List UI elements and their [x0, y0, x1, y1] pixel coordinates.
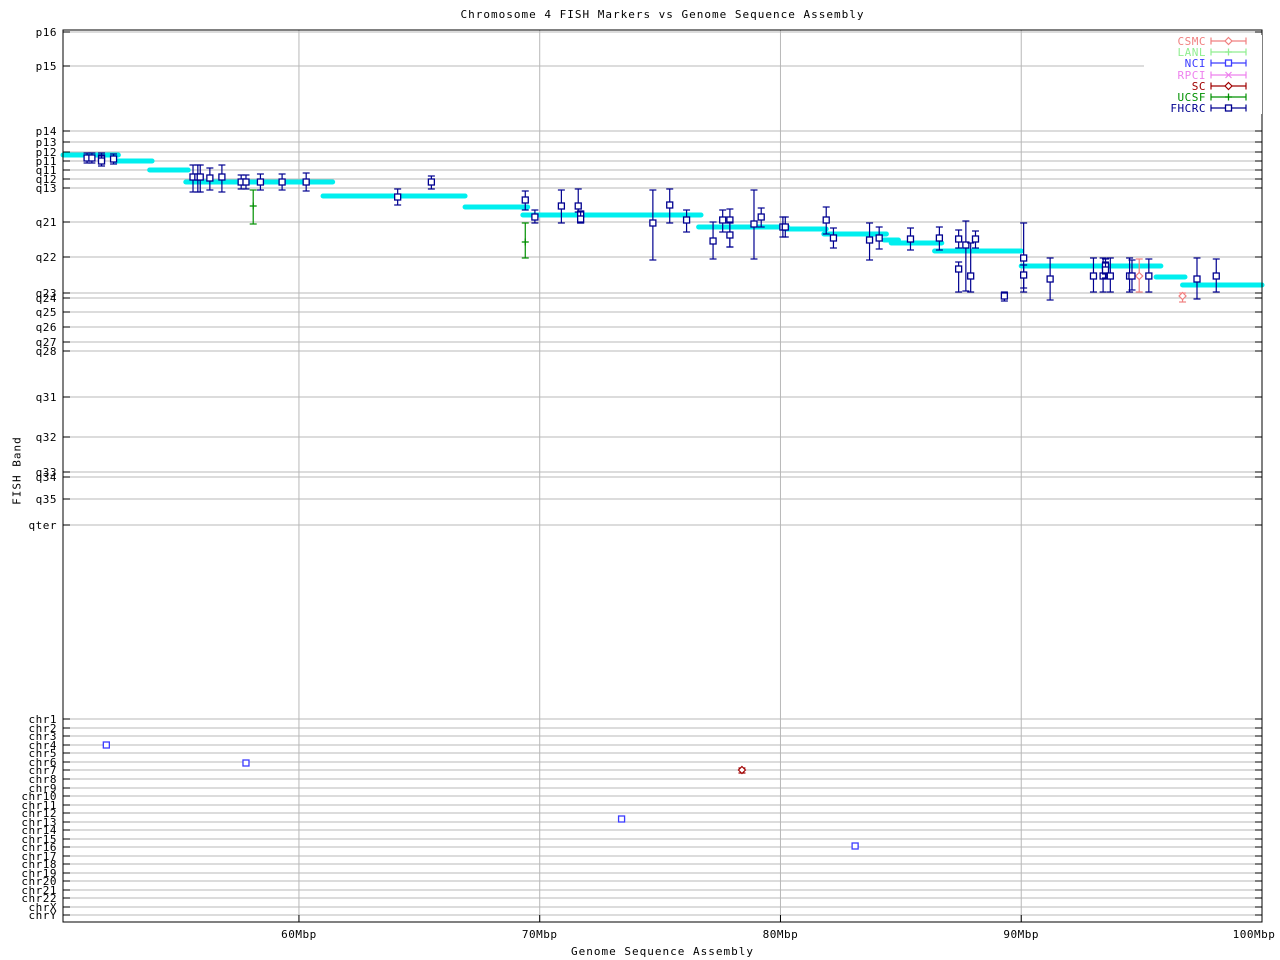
data-point-fhcrc — [968, 273, 974, 279]
data-point-fhcrc — [720, 217, 726, 223]
y-tick-label-q22: q22 — [36, 251, 57, 264]
y-tick-label-q26: q26 — [36, 321, 57, 334]
y-tick-label-q24: q24 — [36, 292, 57, 305]
data-point-fhcrc — [1021, 255, 1027, 261]
legend-marker-nci — [1226, 60, 1232, 66]
data-point-fhcrc — [99, 158, 105, 164]
data-point-fhcrc — [956, 236, 962, 242]
data-point-fhcrc — [751, 221, 757, 227]
data-point-fhcrc — [1103, 267, 1109, 273]
x-tick-label-60Mbp: 60Mbp — [281, 928, 317, 941]
data-point-fhcrc — [936, 235, 942, 241]
data-point-fhcrc — [1021, 272, 1027, 278]
data-point-fhcrc — [243, 179, 249, 185]
chart-title: Chromosome 4 FISH Markers vs Genome Sequ… — [63, 8, 1262, 21]
data-point-fhcrc — [782, 224, 788, 230]
data-point-fhcrc — [89, 155, 95, 161]
x-tick-label-100Mbp: 100Mbp — [1233, 928, 1276, 941]
data-point-fhcrc — [207, 175, 213, 181]
data-point-fhcrc — [1146, 273, 1152, 279]
legend-marker-fhcrc — [1226, 105, 1232, 111]
data-point-fhcrc — [758, 214, 764, 220]
data-point-fhcrc — [575, 203, 581, 209]
y-tick-label-q28: q28 — [36, 345, 57, 358]
data-point-nci — [619, 816, 625, 822]
data-point-fhcrc — [111, 156, 117, 162]
data-point-fhcrc — [1047, 276, 1053, 282]
y-tick-label-chrY: chrY — [29, 909, 58, 922]
data-point-fhcrc — [907, 236, 913, 242]
data-point-fhcrc — [257, 179, 263, 185]
y-tick-label-p16: p16 — [36, 26, 57, 39]
data-point-fhcrc — [710, 238, 716, 244]
x-tick-label-80Mbp: 80Mbp — [763, 928, 799, 941]
data-point-fhcrc — [684, 217, 690, 223]
chart-figure: p16p15p14p13p12p11q11q12q13q21q22q23q24q… — [0, 0, 1280, 960]
data-point-fhcrc — [876, 235, 882, 241]
data-point-fhcrc — [972, 236, 978, 242]
y-tick-label-p15: p15 — [36, 60, 57, 73]
y-tick-label-q34: q34 — [36, 471, 57, 484]
data-point-fhcrc — [1090, 273, 1096, 279]
data-point-fhcrc — [823, 217, 829, 223]
y-tick-label-q25: q25 — [36, 306, 57, 319]
data-point-fhcrc — [1213, 273, 1219, 279]
y-tick-label-q31: q31 — [36, 391, 57, 404]
y-tick-label-q21: q21 — [36, 216, 57, 229]
data-point-fhcrc — [1129, 273, 1135, 279]
y-tick-label-q13: q13 — [36, 182, 57, 195]
data-point-fhcrc — [830, 235, 836, 241]
data-point-fhcrc — [219, 174, 225, 180]
data-point-fhcrc — [1001, 293, 1007, 299]
data-point-csmc — [1136, 273, 1143, 280]
y-tick-label-q32: q32 — [36, 431, 57, 444]
x-tick-label-70Mbp: 70Mbp — [522, 928, 558, 941]
data-point-fhcrc — [395, 194, 401, 200]
data-point-fhcrc — [578, 216, 584, 222]
data-point-fhcrc — [1107, 273, 1113, 279]
y-tick-label-q35: q35 — [36, 493, 57, 506]
data-point-nci — [852, 843, 858, 849]
y-axis-label: FISH Band — [11, 416, 24, 526]
y-tick-label-qter: qter — [29, 519, 58, 532]
data-point-fhcrc — [650, 220, 656, 226]
data-point-nci — [103, 742, 109, 748]
data-point-fhcrc — [428, 179, 434, 185]
data-point-fhcrc — [558, 203, 564, 209]
data-point-fhcrc — [279, 179, 285, 185]
data-point-fhcrc — [532, 214, 538, 220]
plot-canvas: p16p15p14p13p12p11q11q12q13q21q22q23q24q… — [0, 0, 1280, 960]
x-tick-label-90Mbp: 90Mbp — [1003, 928, 1039, 941]
data-point-nci — [243, 760, 249, 766]
data-point-fhcrc — [1194, 276, 1200, 282]
legend-label-fhcrc: FHCRC — [1170, 102, 1206, 115]
data-point-fhcrc — [727, 232, 733, 238]
data-point-fhcrc — [197, 174, 203, 180]
data-point-fhcrc — [303, 179, 309, 185]
data-point-fhcrc — [956, 266, 962, 272]
data-point-fhcrc — [667, 202, 673, 208]
data-point-fhcrc — [522, 197, 528, 203]
data-point-fhcrc — [867, 237, 873, 243]
x-axis-label: Genome Sequence Assembly — [63, 945, 1262, 958]
